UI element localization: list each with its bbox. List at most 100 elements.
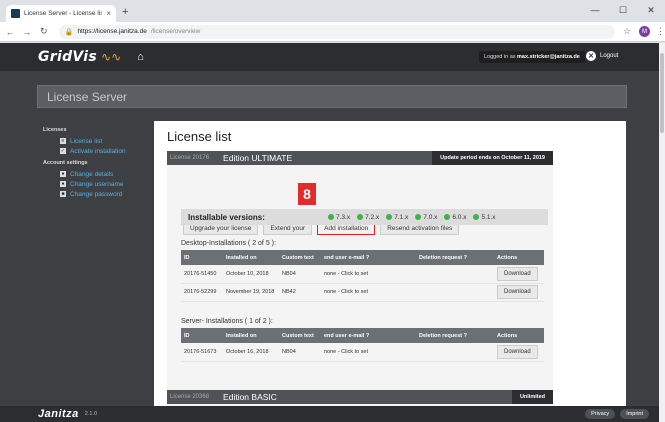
lock-icon: 🔒	[64, 28, 74, 36]
sidebar-item-label: Change password	[70, 190, 123, 198]
column-header: ID	[181, 250, 223, 265]
logout-label: Logout	[600, 53, 619, 59]
address-bar: ← → ↻ 🔒 https://license.janitza.de/licen…	[0, 22, 665, 42]
url-host: https://license.janitza.de	[77, 28, 147, 35]
gridvis-logo[interactable]: GridVis	[38, 49, 97, 65]
window-controls: — ☐ ✕	[581, 0, 665, 20]
url-path: /license/overview	[150, 28, 201, 35]
version-link[interactable]: 7.1.x	[386, 214, 408, 221]
scrollbar-thumb[interactable]	[660, 53, 664, 133]
column-header: Installed on	[223, 250, 279, 265]
version-label: 5.1.x	[481, 213, 496, 221]
sidebar-item-change-details[interactable]: ● Change details	[60, 169, 148, 179]
column-header: end user e-mail ?	[321, 328, 416, 343]
reload-icon[interactable]: ↻	[37, 26, 51, 37]
installable-label: Installable versions:	[188, 212, 265, 222]
cell-id: 20176-51673	[181, 343, 223, 362]
table-row: 20176-51450 October 10, 2018 NB04 none -…	[181, 265, 544, 284]
table-header-row: ID Installed on Custom text end user e-m…	[181, 250, 544, 265]
logged-in-user: max.stricker@janitza.de	[517, 54, 580, 60]
version-label: 7.1.x	[394, 213, 409, 221]
bookmark-star-icon[interactable]: ☆	[623, 26, 631, 37]
cell-email[interactable]: none - Click to set	[321, 265, 416, 284]
sidebar-heading-account: Account settings	[43, 160, 88, 166]
page-title: License list	[167, 129, 232, 144]
column-header: Deletion request ?	[416, 328, 494, 343]
installable-versions-bar: Installable versions: 7.3.x 7.2.x 7.1.x …	[181, 209, 548, 225]
download-button[interactable]: Download	[497, 266, 538, 281]
column-header: end user e-mail ?	[321, 250, 416, 265]
license-header: License 20176 Edition ULTIMATE Update pe…	[167, 151, 553, 165]
sidebar-item-change-username[interactable]: ● Change username	[60, 179, 148, 189]
license-edition: Edition BASIC	[223, 392, 277, 402]
license-edition: Edition ULTIMATE	[223, 153, 293, 163]
column-header: Installed on	[223, 328, 279, 343]
sidebar-item-label: Change username	[70, 180, 124, 188]
browser-tabbar: License Server - License list × + — ☐ ✕	[0, 0, 665, 22]
sidebar-item-label: Activate installation	[70, 147, 126, 155]
download-dot-icon	[415, 214, 422, 220]
cell-email[interactable]: none - Click to set	[321, 283, 416, 302]
close-window-icon[interactable]: ✕	[637, 0, 665, 20]
cell-deletion	[416, 265, 494, 284]
column-header: ID	[181, 328, 223, 343]
server-installations-table: ID Installed on Custom text end user e-m…	[181, 328, 544, 362]
browser-menu-icon[interactable]: ⋮	[656, 26, 665, 37]
forward-icon[interactable]: →	[20, 27, 34, 37]
cell-id: 20176-52299	[181, 283, 223, 302]
version-link[interactable]: 7.2.x	[357, 214, 379, 221]
column-header: Custom text	[279, 328, 321, 343]
page-scrollbar[interactable]	[659, 43, 665, 422]
sidebar-item-label: License list	[70, 137, 103, 145]
cell-custom: NB04	[279, 265, 321, 284]
version-label: 7.2.x	[365, 213, 380, 221]
url-field[interactable]: 🔒 https://license.janitza.de/license/ove…	[58, 24, 615, 39]
license-number: License 20176	[170, 155, 210, 161]
privacy-link[interactable]: Privacy	[585, 409, 616, 419]
download-dot-icon	[444, 214, 451, 220]
logout-button[interactable]: ✕ Logout	[586, 51, 618, 61]
profile-avatar[interactable]: M	[639, 26, 650, 37]
user-icon: ●	[60, 181, 66, 187]
checkbox-icon: ✓	[60, 148, 66, 154]
column-header: Actions	[494, 328, 544, 343]
janitza-logo: Janitza	[38, 408, 79, 420]
minimize-icon[interactable]: —	[581, 0, 609, 20]
unlimited-badge: Unlimited	[511, 390, 553, 404]
user-icon: ●	[60, 171, 66, 177]
favicon-icon	[11, 9, 20, 18]
maximize-icon[interactable]: ☐	[609, 0, 637, 20]
sidebar-item-license-list[interactable]: ≡ License list	[60, 136, 148, 146]
table-header-row: ID Installed on Custom text end user e-m…	[181, 328, 544, 343]
sidebar-item-activate[interactable]: ✓ Activate installation	[60, 146, 148, 156]
version-label: 6.0.x	[452, 213, 467, 221]
version-link[interactable]: 5.1.x	[473, 213, 496, 221]
cell-installed: October 10, 2018	[223, 265, 279, 284]
page-footer: Janitza 2.1.0 Privacy Imprint	[0, 406, 659, 422]
home-icon[interactable]: ⌂	[137, 51, 144, 63]
desktop-installations-title: Desktop-Installations ( 2 of 5 ):	[181, 240, 276, 247]
download-button[interactable]: Download	[497, 344, 538, 359]
imprint-link[interactable]: Imprint	[620, 409, 649, 419]
version-link[interactable]: 7.3.x	[328, 214, 350, 221]
back-icon[interactable]: ←	[3, 27, 17, 37]
cell-installed: November 19, 2018	[223, 283, 279, 302]
tab-close-icon[interactable]: ×	[106, 9, 111, 18]
logged-in-badge: Logged in as max.stricker@janitza.de	[479, 51, 585, 63]
new-tab-button[interactable]: +	[122, 6, 128, 18]
cell-id: 20176-51450	[181, 265, 223, 284]
download-button[interactable]: Download	[497, 285, 538, 299]
sidebar: Licenses ≡ License list ✓ Activate insta…	[43, 127, 148, 199]
version-link[interactable]: 7.0.x	[415, 214, 437, 221]
version-link[interactable]: 6.0.x	[444, 214, 466, 221]
top-navbar: GridVis ∿∿ ⌂ Logged in as max.stricker@j…	[0, 43, 659, 71]
column-header: Deletion request ?	[416, 250, 494, 265]
cell-email[interactable]: none - Click to set	[321, 343, 416, 362]
download-dot-icon	[386, 214, 393, 220]
sidebar-item-change-password[interactable]: ■ Change password	[60, 189, 148, 199]
page-banner: License Server	[37, 85, 627, 108]
browser-tab[interactable]: License Server - License list ×	[6, 5, 116, 22]
app-version: 2.1.0	[84, 411, 98, 417]
download-dot-icon	[328, 214, 334, 220]
desktop-installations-table: ID Installed on Custom text end user e-m…	[181, 250, 544, 302]
